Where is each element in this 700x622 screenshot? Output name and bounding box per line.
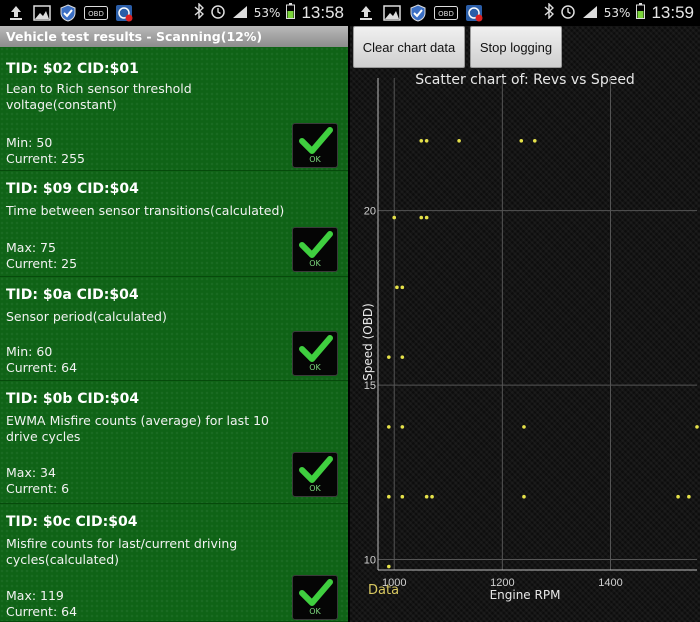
legend-entry-data: Data xyxy=(368,583,400,598)
test-limit: Max: 75 xyxy=(6,240,56,255)
data-point xyxy=(695,425,699,429)
checkmark-icon xyxy=(299,579,333,606)
test-limit: Min: 60 xyxy=(6,344,53,359)
data-point xyxy=(430,494,434,499)
ok-status-button[interactable]: OK xyxy=(292,123,338,168)
test-limit: Max: 34 xyxy=(6,465,56,480)
ok-label: OK xyxy=(309,363,321,372)
test-description: Lean to Rich sensor threshold voltage(co… xyxy=(6,81,192,112)
test-description: EWMA Misfire counts (average) for last 1… xyxy=(6,413,269,444)
test-current: Current: 25 xyxy=(6,256,78,271)
data-point xyxy=(522,425,526,429)
y-tick-label: 10 xyxy=(364,555,376,567)
data-point xyxy=(387,564,391,569)
data-point xyxy=(522,494,526,499)
list-item[interactable]: TID: $09 CID:$04 Time between sensor tra… xyxy=(0,171,350,277)
y-tick-label: 20 xyxy=(364,206,376,218)
app-icon xyxy=(114,4,134,22)
page-title: Vehicle test results - Scanning(12%) xyxy=(0,26,350,47)
checkmark-icon xyxy=(299,231,333,258)
test-title: TID: $09 CID:$04 xyxy=(6,181,139,197)
data-point xyxy=(387,494,391,499)
data-point xyxy=(400,494,405,499)
chart-legend: Data xyxy=(368,583,399,598)
test-description: Time between sensor transitions(calculat… xyxy=(6,203,285,218)
image-icon xyxy=(32,4,52,22)
ok-status-button[interactable]: OK xyxy=(292,452,338,497)
ok-label: OK xyxy=(309,259,321,268)
data-point xyxy=(395,285,399,290)
test-current: Current: 64 xyxy=(6,360,78,375)
svg-text:OBD: OBD xyxy=(88,10,104,18)
list-item[interactable]: TID: $0a CID:$04 Sensor period(calculate… xyxy=(0,277,350,381)
data-point xyxy=(519,139,524,143)
battery-percent: 53% xyxy=(253,6,281,20)
checkmark-icon xyxy=(299,335,333,362)
test-description: Sensor period(calculated) xyxy=(6,309,167,324)
test-current: Current: 64 xyxy=(6,604,78,619)
signal-icon xyxy=(232,4,248,23)
ok-label: OK xyxy=(309,155,321,164)
ok-label: OK xyxy=(309,484,321,493)
data-point xyxy=(400,355,405,359)
battery-icon xyxy=(286,3,296,23)
checkmark-icon xyxy=(299,456,333,483)
test-limit: Max: 119 xyxy=(6,588,64,603)
data-point xyxy=(419,139,424,143)
test-description: Misfire counts for last/current driving … xyxy=(6,536,238,567)
list-item[interactable]: TID: $0b CID:$04 EWMA Misfire counts (av… xyxy=(0,381,350,504)
scatter-chart[interactable]: 1015201000 1200 1400 xyxy=(350,0,700,622)
data-point xyxy=(424,494,429,499)
test-results-list[interactable]: TID: $02 CID:$01 Lean to Rich sensor thr… xyxy=(0,47,350,622)
chart-screen: OBD 53% 13:59 Clear chart data Stop logg… xyxy=(350,0,700,622)
test-current: Current: 255 xyxy=(6,151,85,166)
obd-icon: OBD xyxy=(84,4,108,22)
clock: 13:58 xyxy=(301,3,344,22)
test-title: TID: $0c CID:$04 xyxy=(6,514,138,530)
ok-label: OK xyxy=(309,607,321,616)
data-point xyxy=(424,139,429,143)
data-point xyxy=(387,425,391,429)
test-title: TID: $02 CID:$01 xyxy=(6,61,139,77)
list-item[interactable]: TID: $0c CID:$04 Misfire counts for last… xyxy=(0,504,350,622)
x-axis-label: Engine RPM xyxy=(489,588,561,602)
bluetooth-icon xyxy=(194,2,204,23)
test-current: Current: 6 xyxy=(6,481,70,496)
test-title: TID: $0b CID:$04 xyxy=(6,391,140,407)
status-bar: OBD 53% 13:58 xyxy=(0,0,350,26)
ok-status-button[interactable]: OK xyxy=(292,227,338,272)
data-point xyxy=(424,215,429,220)
data-point xyxy=(532,139,537,143)
data-point xyxy=(387,355,391,359)
data-point xyxy=(392,215,397,220)
test-limit: Min: 50 xyxy=(6,135,53,150)
data-point xyxy=(400,425,405,429)
data-point xyxy=(457,139,461,143)
data-point xyxy=(676,494,680,499)
test-title: TID: $0a CID:$04 xyxy=(6,287,139,303)
checkmark-icon xyxy=(299,127,333,154)
ok-status-button[interactable]: OK xyxy=(292,575,338,620)
test-results-screen: OBD 53% 13:58 Vehicle test results - Sca… xyxy=(0,0,350,622)
list-item[interactable]: TID: $02 CID:$01 Lean to Rich sensor thr… xyxy=(0,47,350,171)
shield-icon xyxy=(58,4,78,22)
data-point xyxy=(419,215,424,220)
upload-icon xyxy=(6,4,26,22)
alarm-icon xyxy=(210,3,226,23)
data-point xyxy=(400,285,405,290)
data-point xyxy=(687,494,691,499)
y-axis-label: Speed (OBD) xyxy=(361,303,375,381)
ok-status-button[interactable]: OK xyxy=(292,331,338,376)
